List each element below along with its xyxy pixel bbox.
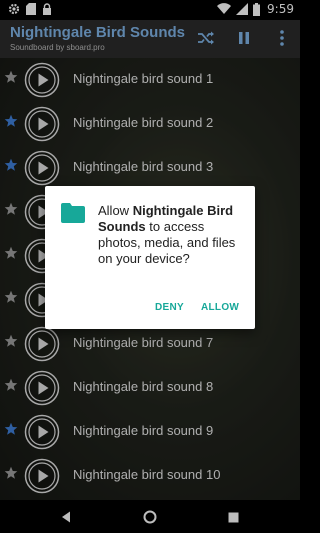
folder-icon <box>61 203 85 223</box>
recents-icon <box>228 512 238 522</box>
deny-button[interactable]: DENY <box>155 302 184 313</box>
permission-dialog: Allow Nightingale Bird Sounds to access … <box>45 186 255 329</box>
home-button[interactable] <box>142 509 158 525</box>
dialog-message: Allow Nightingale Bird Sounds to access … <box>98 203 250 267</box>
back-button[interactable] <box>58 509 74 525</box>
recents-button[interactable] <box>225 509 241 525</box>
back-icon <box>62 511 70 523</box>
allow-button[interactable]: ALLOW <box>201 302 239 313</box>
navigation-bar <box>0 500 300 533</box>
dialog-text-before: Allow <box>98 203 133 218</box>
home-icon <box>143 510 157 524</box>
